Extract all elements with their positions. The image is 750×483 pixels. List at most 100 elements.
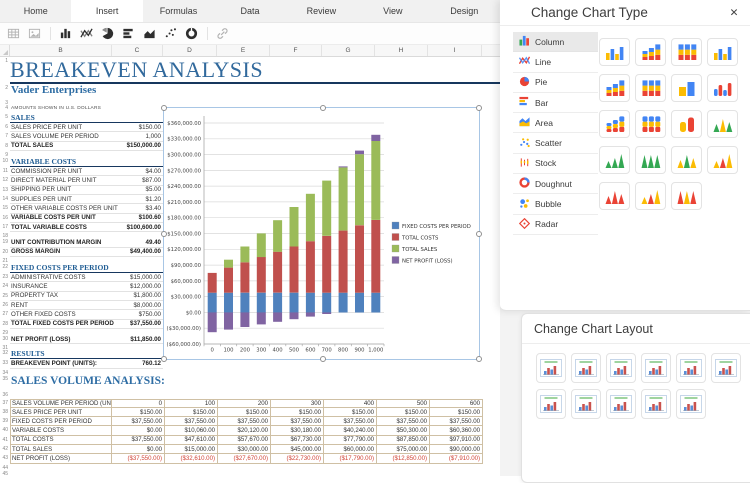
table-row-label[interactable]: TOTAL SALES	[10, 445, 112, 454]
cell-value[interactable]: $150.00	[139, 124, 163, 131]
row-number[interactable]: 33	[0, 359, 10, 368]
row-number[interactable]: 10	[0, 157, 10, 167]
cell-label[interactable]: OTHER VARIABLE COSTS PER UNIT	[10, 205, 118, 212]
row-number[interactable]: 8	[0, 142, 10, 151]
cell-value[interactable]: $100.60	[139, 214, 163, 221]
cell-value[interactable]: $11,850.00	[130, 336, 163, 343]
stacked-100-cone-icon[interactable]	[635, 146, 666, 174]
cell-label[interactable]: PROPERTY TAX	[10, 292, 58, 299]
table-cell[interactable]: $40,240.00	[324, 426, 377, 435]
table-cell[interactable]: $15,000.00	[165, 445, 218, 454]
table-cell[interactable]: $150.00	[377, 408, 430, 417]
table-cell[interactable]: $57,670.00	[218, 436, 271, 445]
cell-label[interactable]: TOTAL VARIABLE COSTS	[10, 224, 87, 231]
cell-label[interactable]: SUPPLIES PER UNIT	[10, 196, 72, 203]
row-number[interactable]: 45	[0, 470, 10, 476]
cone-3d-icon[interactable]	[671, 146, 702, 174]
column-header-E[interactable]: E	[217, 45, 270, 56]
table-cell[interactable]: $37,550.00	[377, 417, 430, 426]
chart-layout-8[interactable]	[571, 389, 601, 419]
section-header-cell[interactable]: VARIABLE COSTS	[10, 157, 163, 167]
stacked-column-icon[interactable]	[635, 38, 666, 66]
table-row-label[interactable]: NET PROFIT (LOSS)	[10, 454, 112, 463]
table-cell[interactable]: $150.00	[324, 408, 377, 417]
table-cell[interactable]: $50,300.00	[377, 426, 430, 435]
chart-category-bubble[interactable]: Bubble	[513, 194, 598, 214]
row-number[interactable]: 17	[0, 223, 10, 232]
pyramid-3d-icon[interactable]	[671, 182, 702, 210]
cell-value[interactable]: $1,800.00	[133, 292, 163, 299]
table-cell[interactable]: ($32,610.00)	[165, 454, 218, 463]
row-number[interactable]: 40	[0, 426, 10, 435]
table-cell[interactable]: $37,550.00	[271, 417, 324, 426]
table-row-label[interactable]: VARIABLE COSTS	[10, 426, 112, 435]
clustered-cone-icon[interactable]	[707, 110, 738, 138]
chart-category-line[interactable]: Line	[513, 52, 598, 72]
chart-resize-handle[interactable]	[476, 356, 482, 362]
scatter-chart-icon[interactable]	[163, 26, 178, 41]
row-number[interactable]: 11	[0, 167, 10, 176]
select-all-corner[interactable]	[0, 45, 10, 56]
cell-value[interactable]: $8,000.00	[133, 302, 163, 309]
link-icon[interactable]	[215, 26, 230, 41]
cell-label[interactable]: UNIT CONTRIBUTION MARGIN	[10, 239, 101, 246]
row-number[interactable]: 24	[0, 282, 10, 291]
column-chart-icon[interactable]	[58, 26, 73, 41]
chart-layout-1[interactable]	[536, 353, 566, 383]
stacked-100-pyramid-icon[interactable]	[635, 182, 666, 210]
cell-value[interactable]: $150,000.00	[127, 142, 163, 149]
row-number[interactable]: 4	[0, 104, 10, 113]
stacked-cone-icon[interactable]	[599, 146, 630, 174]
tab-view[interactable]: View	[357, 0, 428, 22]
table-cell[interactable]: $37,550.00	[112, 436, 165, 445]
cell-value[interactable]: $1.20	[146, 196, 163, 203]
table-cell[interactable]: $150.00	[218, 408, 271, 417]
table-cell[interactable]: $150.00	[112, 408, 165, 417]
cell-label[interactable]: GROSS MARGIN	[10, 248, 60, 255]
table-cell[interactable]: ($7,910.00)	[430, 454, 483, 463]
table-cell[interactable]: $97,910.00	[430, 436, 483, 445]
chart-category-radar[interactable]: Radar	[513, 215, 598, 235]
column-header-I[interactable]: I	[428, 45, 482, 56]
row-number[interactable]: 13	[0, 186, 10, 195]
cell-value[interactable]: $49,400.00	[130, 248, 163, 255]
cell-value[interactable]: $12,000.00	[130, 283, 163, 290]
chart-category-column[interactable]: Column	[513, 32, 598, 52]
section-header-cell[interactable]: RESULTS	[10, 349, 163, 359]
close-icon[interactable]: ✕	[727, 6, 741, 20]
cell-value[interactable]: 49.40	[146, 239, 163, 246]
cell-label[interactable]: COMMISSION PER UNIT	[10, 168, 82, 175]
cell-value[interactable]: $15,000.00	[130, 274, 163, 281]
row-number[interactable]: 5	[0, 113, 10, 123]
chart-layout-10[interactable]	[641, 389, 671, 419]
doughnut-chart-icon[interactable]	[184, 26, 199, 41]
table-cell[interactable]: $37,550.00	[112, 417, 165, 426]
stacked-cylinder-icon[interactable]	[599, 110, 630, 138]
table-cell[interactable]: 0	[112, 399, 165, 408]
chart-layout-7[interactable]	[536, 389, 566, 419]
table-row-label[interactable]: SALES PRICE PER UNIT	[10, 408, 112, 417]
row-number[interactable]: 42	[0, 445, 10, 454]
clustered-cylinder-icon[interactable]	[707, 74, 738, 102]
chart-category-doughnut[interactable]: Doughnut	[513, 174, 598, 194]
table-row-label[interactable]: FIXED COSTS PER PERIOD	[10, 417, 112, 426]
table-cell[interactable]: $37,550.00	[324, 417, 377, 426]
table-cell[interactable]: $37,550.00	[218, 417, 271, 426]
table-cell[interactable]: ($17,790.00)	[324, 454, 377, 463]
chart-layout-9[interactable]	[606, 389, 636, 419]
tab-review[interactable]: Review	[286, 0, 357, 22]
column-header-D[interactable]: D	[163, 45, 217, 56]
cell-label[interactable]: INSURANCE	[10, 283, 47, 290]
row-number[interactable]: 39	[0, 417, 10, 426]
chart-resize-handle[interactable]	[476, 105, 482, 111]
cell-label[interactable]: ADMINISTRATIVE COSTS	[10, 274, 86, 281]
table-cell[interactable]: $77,790.00	[324, 436, 377, 445]
chart-category-pie[interactable]: Pie	[513, 73, 598, 93]
cell-label[interactable]: RENT	[10, 302, 28, 309]
column-header-C[interactable]: C	[112, 45, 163, 56]
chart-layout-11[interactable]	[676, 389, 706, 419]
table-cell[interactable]: ($37,550.00)	[112, 454, 165, 463]
table-cell[interactable]: $60,000.00	[324, 445, 377, 454]
table-cell[interactable]: 400	[324, 399, 377, 408]
pie-chart-icon[interactable]	[100, 26, 115, 41]
